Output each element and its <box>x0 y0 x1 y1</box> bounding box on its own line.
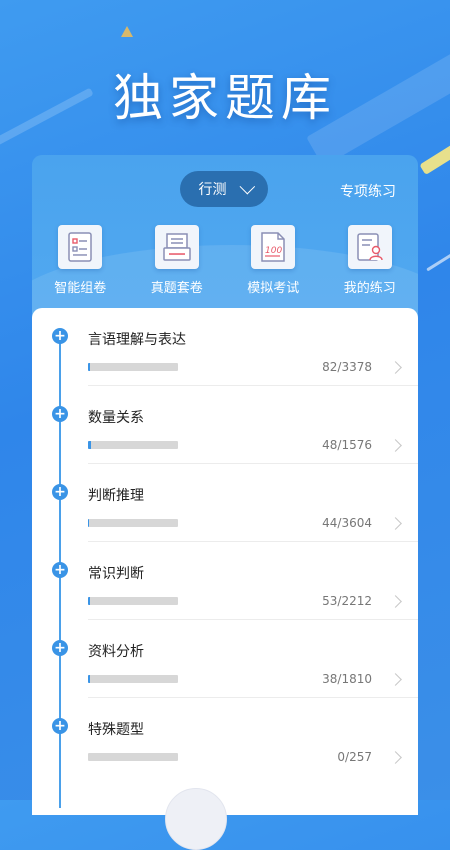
bottom-action-button[interactable] <box>165 788 227 850</box>
plus-icon[interactable]: + <box>52 484 68 500</box>
plus-icon[interactable]: + <box>52 718 68 734</box>
quick-action-mock-exam[interactable]: 100 模拟考试 <box>225 225 322 296</box>
quick-action-label: 我的练习 <box>343 281 396 296</box>
topic-count: 0/257 <box>337 750 372 764</box>
chevron-down-icon <box>239 178 255 194</box>
background-streak-gold <box>419 133 450 175</box>
progress-bar <box>88 675 178 683</box>
list-item-topic[interactable]: + 判断推理 44/3604 <box>32 464 418 542</box>
quick-action-past-papers[interactable]: 真题套卷 <box>129 225 226 296</box>
progress-bar <box>88 363 178 371</box>
progress-bar <box>88 441 178 449</box>
progress-bar <box>88 753 178 761</box>
plus-icon[interactable]: + <box>52 640 68 656</box>
plus-icon[interactable]: + <box>52 328 68 344</box>
progress-fill <box>88 441 91 449</box>
chevron-right-icon[interactable] <box>389 517 402 530</box>
chevron-right-icon[interactable] <box>389 439 402 452</box>
list-item-topic[interactable]: + 资料分析 38/1810 <box>32 620 418 698</box>
topic-list: + 言语理解与表达 82/3378 + 数量关系 48/1576 + 判断推理 … <box>32 308 418 815</box>
topic-name: 言语理解与表达 <box>88 332 186 348</box>
my-practice-icon <box>347 225 392 269</box>
quick-actions: 智能组卷 真题套卷 100 模拟考试 我的练习 <box>32 225 418 296</box>
exam-type-label: 行测 <box>198 182 227 198</box>
topic-count: 48/1576 <box>322 438 372 452</box>
topic-name: 特殊题型 <box>88 722 144 738</box>
background-streak <box>426 247 450 272</box>
topic-count: 53/2212 <box>322 594 372 608</box>
list-item-topic[interactable]: + 言语理解与表达 82/3378 <box>32 308 418 386</box>
quick-action-label: 模拟考试 <box>247 281 300 296</box>
topic-name: 常识判断 <box>88 566 144 582</box>
special-practice-link[interactable]: 专项练习 <box>340 181 396 201</box>
hero-title: 独家题库 <box>113 69 337 127</box>
progress-fill <box>88 675 90 683</box>
topic-name: 数量关系 <box>88 410 144 426</box>
quick-action-label: 真题套卷 <box>150 281 203 296</box>
question-bank-panel: 行测 专项练习 智能组卷 真题套卷 100 模拟考试 我的练习 + 言语理解与表… <box>32 155 418 815</box>
list-item-topic[interactable]: + 常识判断 53/2212 <box>32 542 418 620</box>
topic-count: 82/3378 <box>322 360 372 374</box>
topic-count: 38/1810 <box>322 672 372 686</box>
exam-type-selector[interactable]: 行测 <box>180 171 268 207</box>
mock-exam-icon: 100 <box>251 225 296 269</box>
chevron-right-icon[interactable] <box>389 673 402 686</box>
topic-count: 44/3604 <box>322 516 372 530</box>
progress-fill <box>88 363 91 371</box>
progress-fill <box>88 597 91 605</box>
topic-name: 判断推理 <box>88 488 144 504</box>
chevron-right-icon[interactable] <box>389 751 402 764</box>
list-item-topic[interactable]: + 数量关系 48/1576 <box>32 386 418 464</box>
list-item-topic[interactable]: + 特殊题型 0/257 <box>32 698 418 776</box>
progress-fill <box>88 519 90 527</box>
progress-bar <box>88 597 178 605</box>
progress-bar <box>88 519 178 527</box>
smart-paper-icon <box>58 225 103 269</box>
chevron-right-icon[interactable] <box>389 361 402 374</box>
chevron-right-icon[interactable] <box>389 595 402 608</box>
topic-name: 资料分析 <box>88 644 144 660</box>
plus-icon[interactable]: + <box>52 406 68 422</box>
quick-action-label: 智能组卷 <box>54 281 107 296</box>
quick-action-my-practice[interactable]: 我的练习 <box>322 225 419 296</box>
sparkle-icon <box>121 26 133 37</box>
svg-text:100: 100 <box>265 246 282 256</box>
quick-action-smart-paper[interactable]: 智能组卷 <box>32 225 129 296</box>
plus-icon[interactable]: + <box>52 562 68 578</box>
past-papers-icon <box>154 225 199 269</box>
